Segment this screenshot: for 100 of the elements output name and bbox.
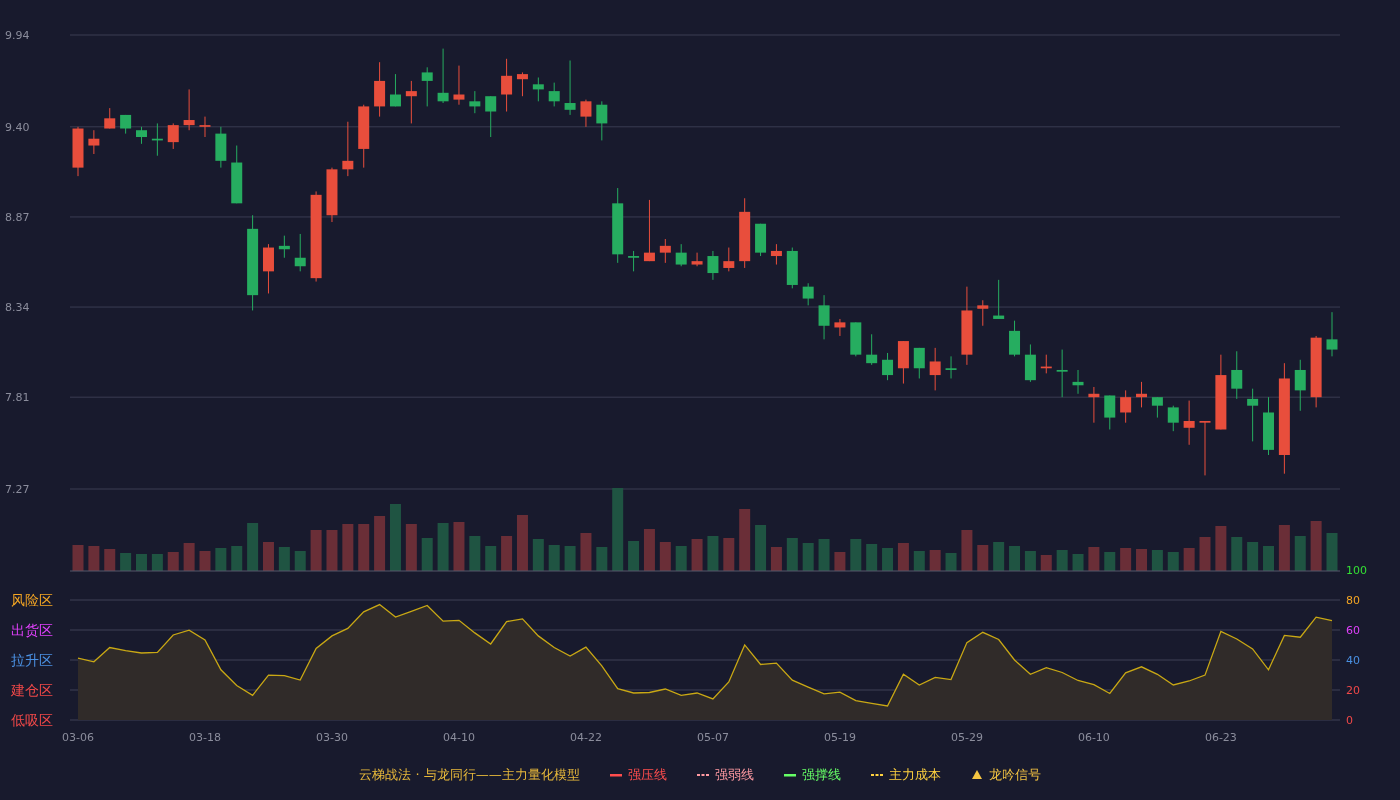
candlestick: [1263, 396, 1274, 456]
date-label: 04-10: [443, 731, 475, 744]
volume-bar: [850, 539, 862, 571]
volume-bar: [1040, 555, 1052, 571]
volume-bar: [707, 536, 719, 571]
volume-bar: [786, 538, 798, 571]
volume-bar: [993, 542, 1005, 571]
volume-bar: [580, 533, 592, 571]
candlestick: [1247, 388, 1259, 442]
volume-bar: [818, 539, 830, 571]
price-axis-label: 8.34: [5, 301, 30, 315]
volume-bar: [691, 539, 703, 571]
volume-bar: [548, 545, 560, 571]
candlestick: [580, 99, 592, 128]
legend-label: 强弱线: [714, 766, 754, 784]
axis-label: 100: [1346, 564, 1367, 577]
volume-bar: [882, 548, 894, 571]
volume-bar: [1088, 547, 1100, 571]
volume-bar: [1231, 537, 1243, 571]
volume-bar: [389, 504, 401, 571]
volume-bar: [532, 539, 544, 571]
candlestick: [564, 60, 576, 116]
volume-bar: [437, 523, 449, 571]
volume-bar: [834, 552, 846, 571]
volume-bar: [294, 551, 306, 571]
candlestick: [818, 294, 830, 340]
candlestick: [1326, 311, 1338, 357]
candlestick: [1104, 395, 1116, 430]
zone-label: 出货区: [11, 622, 53, 638]
candlestick: [1120, 389, 1132, 424]
candlestick: [675, 243, 687, 267]
volume-bar: [596, 547, 608, 571]
volume-bar: [326, 530, 338, 571]
price-axis-label: 9.94: [5, 29, 30, 42]
axis-label: 60: [1346, 624, 1360, 637]
volume-bar: [1247, 542, 1259, 571]
volume-bar: [897, 543, 909, 571]
volume-bar: [374, 516, 386, 571]
volume-bar: [215, 548, 227, 571]
volume-bar: [1294, 536, 1306, 571]
candlestick: [516, 71, 528, 97]
candlestick: [405, 80, 417, 124]
volume-bar: [1215, 526, 1227, 571]
candlestick: [294, 233, 306, 272]
volume-bar: [866, 544, 878, 571]
volume-bar: [358, 524, 370, 571]
legend-label: 强撑线: [801, 766, 841, 784]
candlestick: [770, 243, 782, 266]
candlestick: [913, 347, 925, 379]
volume-bar: [1024, 551, 1036, 571]
candlestick: [342, 121, 354, 177]
volume-bar: [88, 546, 100, 571]
zone-label: 拉升区: [11, 652, 53, 668]
volume-bar: [136, 554, 147, 571]
volume-bar: [469, 536, 481, 571]
candlestick: [215, 126, 227, 169]
legend-title: 云梯战法 · 与龙同行——主力量化模型: [359, 766, 580, 784]
volume-bar: [278, 547, 290, 571]
candlestick: [1167, 405, 1179, 432]
candlestick: [691, 252, 703, 267]
volume-bar: [1056, 550, 1068, 571]
volume-bar: [342, 524, 354, 571]
zone-label: 建仓区: [11, 682, 53, 698]
volume-bar: [1104, 552, 1116, 571]
candlestick: [421, 66, 433, 107]
volume-bar: [675, 546, 687, 571]
candlestick: [120, 114, 132, 135]
candlestick: [326, 167, 338, 223]
volume-bar: [755, 525, 767, 571]
volume-bar: [104, 549, 116, 571]
candlestick: [263, 243, 274, 294]
volume-bar: [961, 530, 973, 571]
volume-bar: [263, 542, 274, 571]
candlestick: [199, 116, 211, 138]
candlestick: [469, 90, 481, 114]
candlestick: [1072, 369, 1084, 395]
date-label: 06-23: [1204, 731, 1237, 744]
candlestick: [802, 282, 814, 306]
volume-bar: [770, 547, 782, 571]
price-axis-label: 7.81: [5, 391, 30, 405]
candlestick: [88, 129, 100, 155]
volume-bar: [1151, 550, 1163, 571]
candlestick: [850, 321, 862, 357]
date-label: 05-07: [696, 731, 729, 744]
axis-label: 40: [1346, 654, 1360, 667]
candlestick: [1151, 396, 1163, 419]
candlestick: [993, 279, 1005, 320]
axis-label: 0: [1346, 714, 1353, 727]
candlestick: [1199, 420, 1211, 476]
candlestick: [485, 95, 497, 138]
volume-bar: [739, 509, 751, 571]
volume-bar: [802, 543, 814, 571]
candlestick: [1183, 400, 1195, 446]
volume-bar: [628, 541, 640, 571]
volume-bar: [1136, 549, 1147, 571]
legend-label: 强压线: [627, 766, 667, 784]
volume-bar: [199, 551, 211, 571]
volume-bar: [421, 538, 433, 571]
candlestick: [136, 126, 147, 145]
candlestick: [1088, 386, 1100, 424]
